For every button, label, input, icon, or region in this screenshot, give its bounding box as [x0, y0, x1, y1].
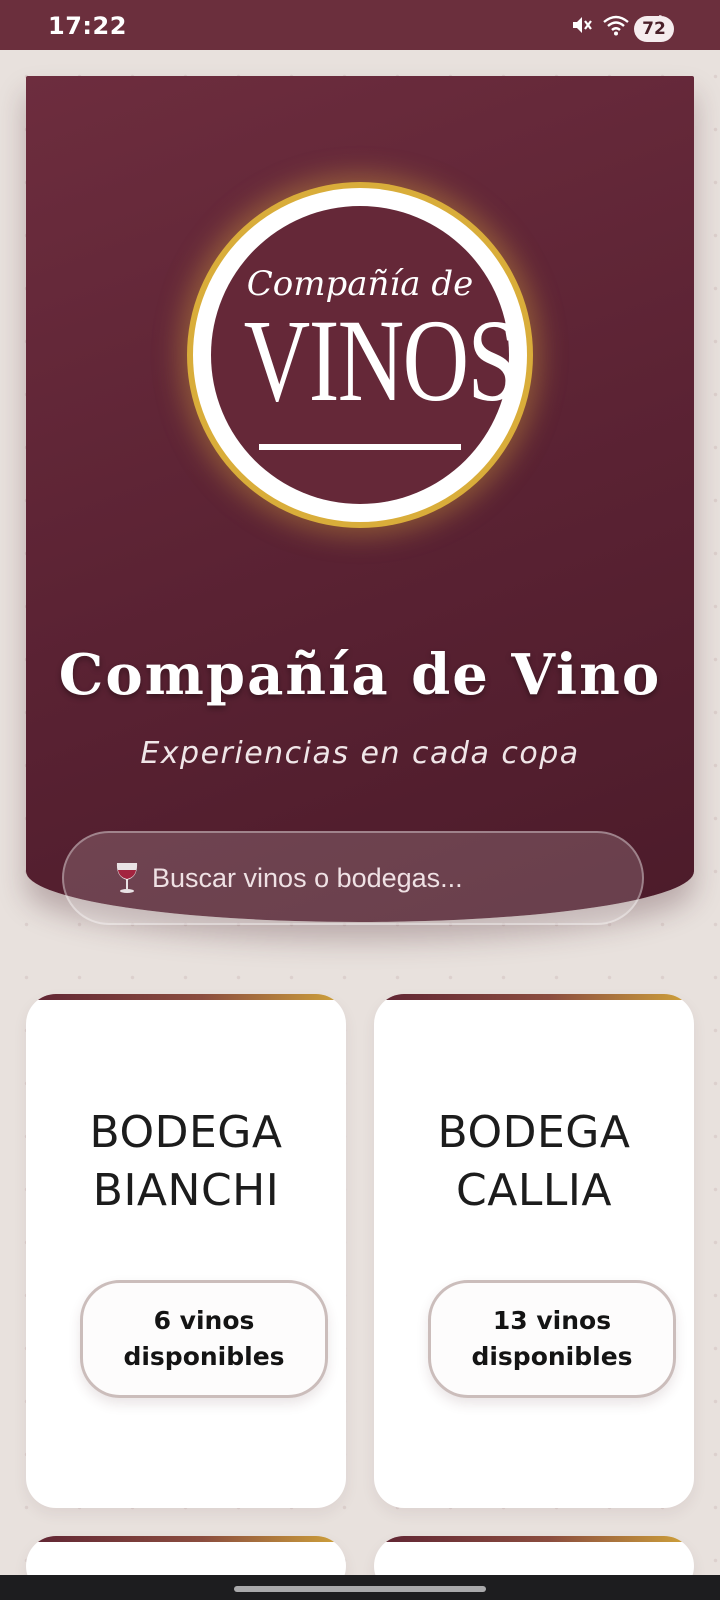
battery-indicator: 72 — [634, 16, 674, 42]
card-accent-bar — [374, 994, 694, 1000]
wine-glass-icon — [114, 861, 140, 895]
wine-count-badge[interactable]: 6 vinos disponibles — [80, 1280, 328, 1398]
bodega-card-callia[interactable]: BODEGA CALLIA 13 vinos disponibles — [374, 994, 694, 1508]
card-accent-bar — [26, 994, 346, 1000]
bodega-card-bianchi[interactable]: BODEGA BIANCHI 6 vinos disponibles — [26, 994, 346, 1508]
card-accent-bar — [374, 1536, 694, 1542]
home-gesture-handle[interactable] — [234, 1586, 486, 1592]
status-time: 17:22 — [48, 12, 127, 40]
wine-count-badge[interactable]: 13 vinos disponibles — [428, 1280, 676, 1398]
brand-logo: Compañía de VINOS — [187, 182, 533, 528]
page-subtitle: Experiencias en cada copa — [140, 736, 580, 771]
page-title: Compañía de Vino — [58, 642, 662, 708]
system-navigation-bar — [0, 1575, 720, 1600]
logo-underline — [259, 444, 461, 450]
bodega-name: BODEGA BIANCHI — [89, 1107, 283, 1216]
hero-banner: Compañía de VINOS Compañía de Vino Exper… — [26, 76, 694, 925]
wifi-icon — [602, 14, 630, 40]
logo-main-text: VINOS — [243, 295, 519, 426]
bodega-name: BODEGA CALLIA — [437, 1107, 631, 1216]
search-placeholder: Buscar vinos o bodegas... — [152, 862, 463, 893]
mute-icon — [570, 14, 592, 40]
card-accent-bar — [26, 1536, 346, 1542]
status-bar: 17:22 72 — [0, 0, 720, 50]
search-input[interactable]: Buscar vinos o bodegas... — [62, 831, 644, 925]
